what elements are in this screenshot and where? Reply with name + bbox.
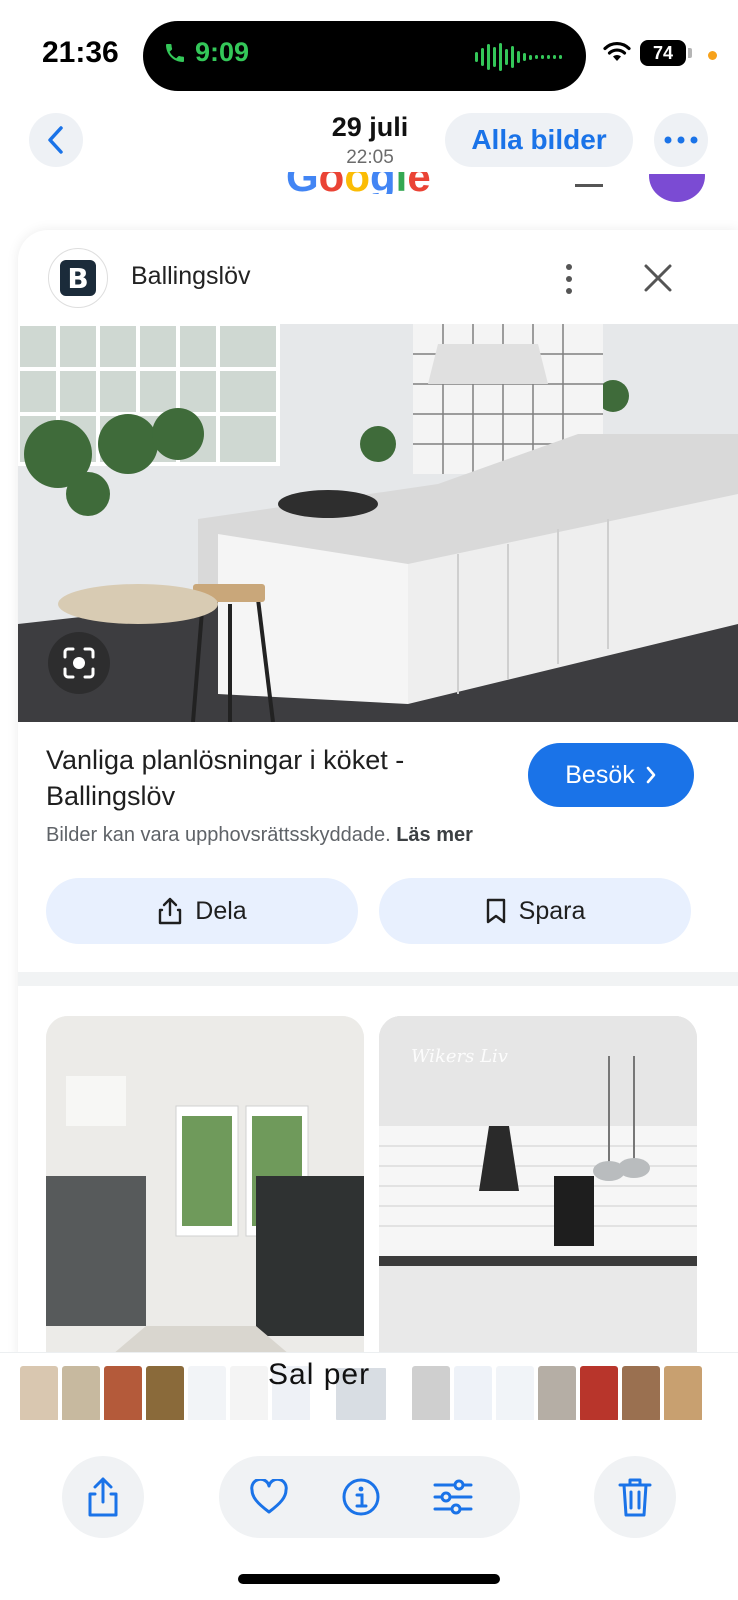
heart-icon <box>250 1479 288 1514</box>
filmstrip-thumbnail[interactable] <box>62 1366 100 1420</box>
close-icon[interactable] <box>640 260 676 296</box>
filmstrip-thumbnail[interactable] <box>622 1366 660 1420</box>
status-clock: 21:36 <box>42 36 119 69</box>
google-logo-fragment: Google <box>286 172 431 194</box>
call-timer: 9:09 <box>195 37 250 67</box>
filmstrip-thumbnail[interactable] <box>146 1366 184 1420</box>
visit-button[interactable]: Besök <box>528 743 694 807</box>
filmstrip-thumbnail[interactable] <box>20 1366 58 1420</box>
lens-icon <box>63 647 95 679</box>
google-lens-button[interactable] <box>48 632 110 694</box>
kitchen-illustration <box>18 324 738 722</box>
section-divider <box>18 972 738 986</box>
adjust-button[interactable] <box>431 1475 475 1519</box>
home-indicator[interactable] <box>238 1574 500 1584</box>
kitchen-thumbnail-1 <box>46 1016 364 1360</box>
filmstrip-thumbnail[interactable] <box>454 1366 492 1420</box>
chevron-left-icon <box>48 126 63 154</box>
copyright-notice: Bilder kan vara upphovsrättsskyddade. Lä… <box>46 824 473 847</box>
learn-more-link[interactable]: Läs mer <box>396 824 473 846</box>
photo-date-title: 29 juli 22:05 <box>290 112 450 169</box>
share-label: Dela <box>195 896 247 925</box>
status-bar: 21:36 9:09 74 <box>0 0 738 100</box>
filmstrip-thumbnail[interactable] <box>580 1366 618 1420</box>
site-favicon: B <box>48 248 108 308</box>
all-photos-button[interactable]: Alla bilder <box>445 113 633 167</box>
filmstrip-thumbnail[interactable] <box>664 1366 702 1420</box>
kitchen-hero-image[interactable] <box>18 324 738 722</box>
google-letter: g <box>370 172 396 194</box>
info-button[interactable] <box>339 1475 383 1519</box>
related-image-thumbnail[interactable] <box>46 1016 364 1360</box>
filmstrip-thumbnail[interactable] <box>412 1366 450 1420</box>
battery-indicator: 74 <box>640 40 686 66</box>
filmstrip-thumbnail[interactable] <box>538 1366 576 1420</box>
bookmark-icon <box>486 898 505 924</box>
chevron-right-icon <box>646 766 656 784</box>
trash-icon <box>618 1478 652 1517</box>
image-result-card: B Ballingslöv Vanliga planlösningar i kö… <box>18 230 738 1360</box>
back-button[interactable] <box>29 113 83 167</box>
kebab-menu-button[interactable] <box>554 260 584 298</box>
filmstrip-thumbnail[interactable] <box>188 1366 226 1420</box>
delete-button[interactable] <box>594 1456 676 1538</box>
save-button[interactable]: Spara <box>379 878 691 944</box>
wifi-icon <box>603 41 631 61</box>
more-options-button[interactable] <box>654 113 708 167</box>
share-icon <box>88 1477 118 1517</box>
google-letter: e <box>407 172 430 194</box>
photo-time: 22:05 <box>346 147 394 168</box>
filmstrip-thumbnail[interactable] <box>230 1366 268 1420</box>
audio-waveform-icon <box>475 43 562 71</box>
kebab-dot <box>566 276 572 282</box>
info-icon <box>342 1478 380 1516</box>
image-watermark: Wikers Liv <box>411 1046 508 1067</box>
related-image-thumbnail[interactable]: Wikers Liv <box>379 1016 697 1360</box>
site-logo-icon: B <box>60 260 96 296</box>
privacy-indicator-dot <box>708 51 717 60</box>
background-fragment <box>575 184 603 187</box>
filmstrip-thumbnail[interactable] <box>496 1366 534 1420</box>
kebab-dot <box>566 264 572 270</box>
share-icon <box>159 897 182 925</box>
phone-icon <box>166 43 184 62</box>
copyright-text: Bilder kan vara upphovsrättsskyddade. <box>46 824 391 846</box>
sliders-icon <box>433 1479 473 1515</box>
share-button[interactable]: Dela <box>46 878 358 944</box>
photo-actions-group <box>219 1456 520 1538</box>
favorite-button[interactable] <box>247 1475 291 1519</box>
result-title[interactable]: Vanliga planlösningar i köket - Ballings… <box>46 742 506 814</box>
save-label: Spara <box>518 896 586 925</box>
photo-date: 29 juli <box>331 112 409 142</box>
card-header: B Ballingslöv <box>18 230 738 330</box>
site-name[interactable]: Ballingslöv <box>131 262 251 291</box>
kitchen-thumbnail-2 <box>379 1016 697 1360</box>
dynamic-island[interactable]: 9:09 <box>143 21 586 91</box>
visit-label: Besök <box>565 760 635 789</box>
google-letter: o <box>319 172 345 194</box>
battery-cap <box>688 48 692 58</box>
google-letter: G <box>286 172 319 194</box>
filmstrip-thumbnail[interactable] <box>104 1366 142 1420</box>
google-letter: l <box>396 172 408 194</box>
call-indicator: 9:09 <box>163 37 249 68</box>
ellipsis-icon <box>664 136 698 144</box>
filmstrip-overlay-text: Sal per <box>268 1358 371 1391</box>
share-photo-button[interactable] <box>62 1456 144 1538</box>
google-letter: o <box>344 172 370 194</box>
kebab-dot <box>566 288 572 294</box>
